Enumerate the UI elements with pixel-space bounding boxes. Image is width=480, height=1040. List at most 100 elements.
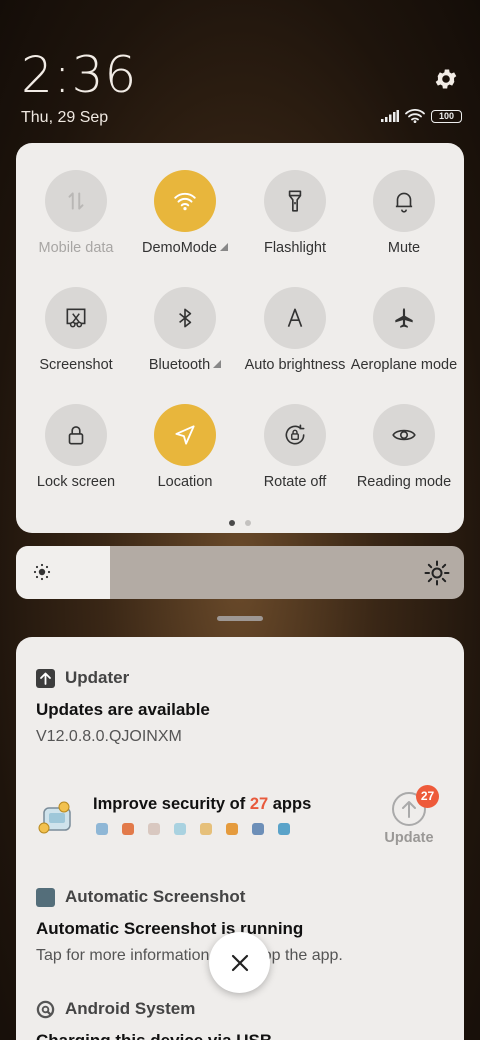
gear-icon[interactable]	[433, 66, 459, 92]
tile-rotate-off[interactable]: Rotate off	[240, 404, 350, 490]
screenshot-body: Tap for more information or to stop the …	[36, 947, 343, 964]
app-icon	[278, 823, 290, 835]
tile-screenshot[interactable]: Screenshot	[21, 287, 131, 373]
tile-aeroplane-mode[interactable]: Aeroplane mode	[349, 287, 459, 373]
tile-location[interactable]: Location	[130, 404, 240, 490]
tile-auto-brightness[interactable]: Auto brightness	[240, 287, 350, 373]
clock: 2:36	[21, 46, 138, 104]
wifi-status-icon	[405, 109, 425, 123]
tile-label: Location	[130, 474, 240, 490]
location-icon	[154, 404, 216, 466]
rotate-lock-icon	[264, 404, 326, 466]
brightness-fill	[16, 546, 111, 599]
eye-icon	[373, 404, 435, 466]
tile-label-text: Screenshot	[39, 357, 113, 373]
page-indicator	[16, 520, 464, 526]
close-icon	[231, 954, 248, 971]
android-system-header: Android System	[36, 999, 195, 1019]
tile-label: Auto brightness	[240, 357, 350, 373]
security-cleaner-icon	[38, 801, 71, 834]
tile-label-text: Mobile data	[38, 240, 114, 256]
status-icons: 100	[381, 109, 462, 123]
tile-label-text: DemoMode	[142, 240, 217, 256]
screenshot-icon	[45, 287, 107, 349]
app-icon-row	[96, 823, 290, 835]
security-title-prefix: Improve security of	[93, 795, 250, 813]
security-notification[interactable]: Improve security of 27 apps 27 Update	[36, 785, 444, 852]
clear-notifications-button[interactable]	[209, 932, 270, 993]
tile-flashlight[interactable]: Flashlight	[240, 170, 350, 256]
android-system-app-name: Android System	[65, 999, 196, 1018]
page-dot	[229, 520, 235, 526]
screenshot-app-icon	[36, 887, 55, 907]
tile-label: Lock screen	[21, 474, 131, 490]
bell-icon	[373, 170, 435, 232]
date: Thu, 29 Sep	[21, 109, 109, 126]
drag-handle[interactable]	[217, 616, 263, 621]
tile-mobile-data[interactable]: Mobile data	[21, 170, 131, 256]
tile-label-text: Location	[157, 474, 213, 490]
app-icon	[174, 823, 186, 835]
auto-brightness-icon	[264, 287, 326, 349]
upload-icon	[36, 668, 55, 688]
tile-label-text: Flashlight	[263, 240, 327, 256]
updater-title[interactable]: Updates are available	[36, 700, 210, 720]
expand-arrow-icon	[213, 360, 222, 368]
updater-header: Updater	[36, 668, 129, 688]
screenshot-title[interactable]: Automatic Screenshot is running	[36, 919, 303, 939]
tile-label: Aeroplane mode	[349, 357, 459, 373]
mobile-data-icon	[45, 170, 107, 232]
updater-app-name: Updater	[65, 668, 130, 687]
flashlight-icon	[264, 170, 326, 232]
app-icon	[226, 823, 238, 835]
android-system-title[interactable]: Charging this device via USB	[36, 1031, 272, 1040]
lock-icon	[45, 404, 107, 466]
tile-demomode[interactable]: DemoMode	[130, 170, 240, 256]
tile-bluetooth[interactable]: Bluetooth	[130, 287, 240, 373]
tile-reading-mode[interactable]: Reading mode	[349, 404, 459, 490]
tile-label: DemoMode	[130, 240, 240, 256]
security-app-count: 27	[249, 795, 269, 813]
tile-label: Bluetooth	[130, 357, 240, 373]
android-system-icon	[36, 1000, 55, 1018]
screenshot-header: Automatic Screenshot	[36, 887, 245, 907]
tile-label-text: Auto brightness	[244, 357, 346, 373]
app-icon	[122, 823, 134, 835]
tile-label-text: Rotate off	[263, 474, 327, 490]
expand-arrow-icon	[219, 243, 228, 251]
app-icon	[96, 823, 108, 835]
tile-label: Flashlight	[240, 240, 350, 256]
tile-mute[interactable]: Mute	[349, 170, 459, 256]
tile-label: Screenshot	[21, 357, 131, 373]
app-icon	[200, 823, 212, 835]
brightness-high-icon	[424, 560, 450, 586]
tile-label-text: Mute	[387, 240, 421, 256]
wifi-icon	[154, 170, 216, 232]
tile-label: Rotate off	[240, 474, 350, 490]
tile-label: Mobile data	[21, 240, 131, 256]
tile-lock-screen[interactable]: Lock screen	[21, 404, 131, 490]
security-title: Improve security of 27 apps	[93, 795, 311, 814]
bluetooth-icon	[154, 287, 216, 349]
tile-label-text: Reading mode	[356, 474, 452, 490]
brightness-slider[interactable]	[16, 546, 464, 599]
page-dot	[245, 520, 251, 526]
tile-label-text: Bluetooth	[148, 357, 211, 373]
battery-icon: 100	[431, 109, 462, 123]
tile-label: Reading mode	[349, 474, 459, 490]
signal-icon	[381, 110, 399, 122]
updater-body: V12.0.8.0.QJOINXM	[36, 728, 182, 745]
security-title-suffix: apps	[268, 795, 312, 813]
brightness-low-icon	[33, 563, 51, 581]
screenshot-app-name: Automatic Screenshot	[65, 887, 246, 906]
app-icon	[252, 823, 264, 835]
update-button-label: Update	[384, 830, 434, 846]
update-button[interactable]: 27 Update	[384, 785, 439, 846]
app-icon	[148, 823, 160, 835]
quick-settings-panel: Mobile data DemoMode Flashlight Mute Screens…	[16, 143, 464, 533]
tile-label-text: Lock screen	[36, 474, 116, 490]
update-count-badge: 27	[416, 785, 439, 808]
tile-label-text: Aeroplane mode	[350, 357, 458, 373]
tile-label: Mute	[349, 240, 459, 256]
aeroplane-icon	[373, 287, 435, 349]
